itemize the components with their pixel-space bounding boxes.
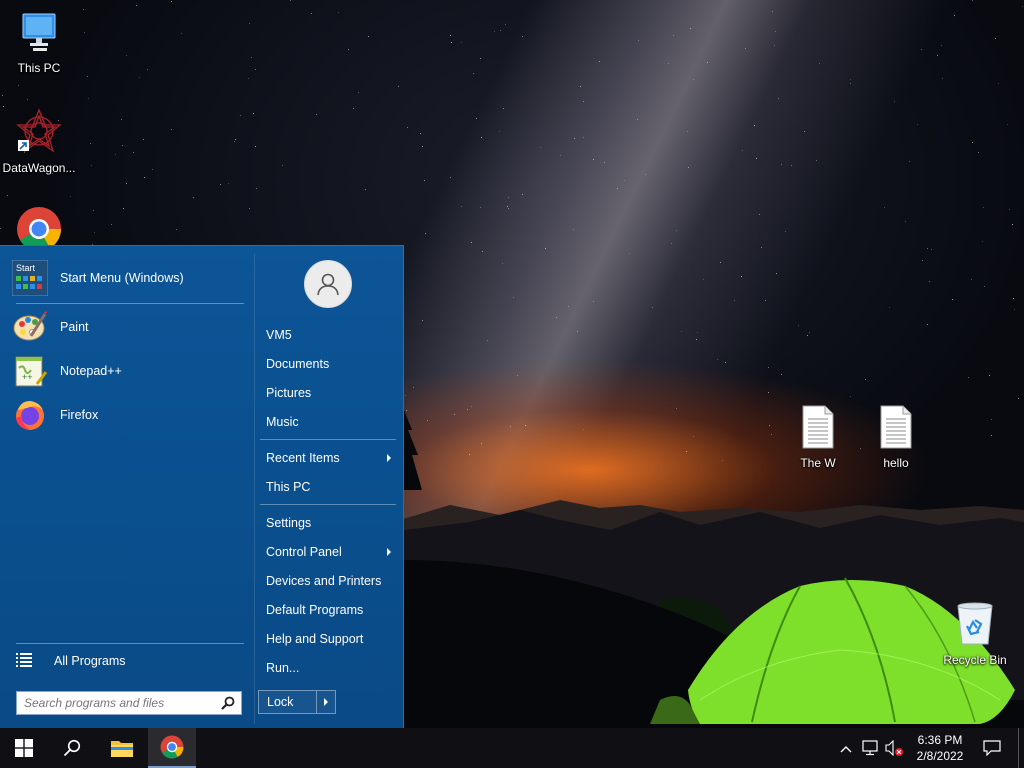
pinned-paint[interactable]: Paint	[12, 307, 244, 347]
menu-item-label: Help and Support	[266, 632, 364, 646]
menu-item-label: Recent Items	[266, 451, 340, 465]
menu-item-label: Default Programs	[266, 603, 364, 617]
pinned-start-menu-windows[interactable]: Start Start Menu (Windows)	[12, 258, 244, 298]
menu-item-documents[interactable]: Documents	[259, 351, 399, 377]
monitor-icon	[1, 10, 77, 57]
menu-item-help-and-support[interactable]: Help and Support	[259, 626, 399, 652]
datawagon-icon	[1, 108, 77, 157]
clock-date: 2/8/2022	[916, 749, 964, 763]
menu-item-label: This PC	[266, 480, 311, 494]
desktop-icon-label: This PC	[17, 61, 61, 75]
separator	[16, 303, 244, 304]
menu-item-run[interactable]: Run...	[259, 655, 399, 681]
submenu-arrow-icon	[387, 548, 391, 556]
notepadpp-icon: ++	[12, 353, 48, 389]
desktop-icon-the-w[interactable]: The W	[780, 405, 856, 470]
desktop-icon-datawagon[interactable]: DataWagon...	[1, 108, 77, 175]
start-menu-left-column: Start Start Menu (Windows) Paint ++ Note…	[0, 246, 254, 730]
start-menu: Start Start Menu (Windows) Paint ++ Note…	[0, 245, 404, 729]
pinned-label: Start Menu (Windows)	[60, 271, 184, 285]
paint-icon	[12, 309, 48, 345]
list-icon	[16, 652, 32, 670]
separator	[16, 643, 244, 644]
lock-button[interactable]: Lock	[258, 690, 336, 714]
menu-item-settings[interactable]: Settings	[259, 510, 399, 536]
menu-item-pictures[interactable]: Pictures	[259, 380, 399, 406]
volume-muted-icon[interactable]	[885, 739, 905, 759]
text-file-icon	[780, 405, 856, 452]
menu-item-label: Documents	[266, 357, 330, 371]
all-programs-button[interactable]: All Programs	[16, 649, 126, 673]
clock-time: 6:36 PM	[917, 733, 963, 747]
user-icon	[317, 273, 339, 296]
desktop-icon-label: Recycle Bin	[943, 653, 1007, 667]
recycle-bin-icon	[937, 602, 1013, 649]
lock-options-arrow-icon[interactable]	[317, 698, 335, 706]
start-menu-app-icon: Start	[12, 260, 48, 296]
submenu-arrow-icon	[387, 454, 391, 462]
svg-text:++: ++	[22, 372, 33, 382]
svg-text:Start: Start	[16, 263, 36, 273]
menu-item-label: VM5	[266, 328, 292, 342]
firefox-icon	[12, 397, 48, 433]
lock-label: Lock	[267, 695, 294, 709]
menu-item-vm5[interactable]: VM5	[259, 322, 399, 348]
menu-item-default-programs[interactable]: Default Programs	[259, 597, 399, 623]
taskbar-clock[interactable]: 6:36 PM 2/8/2022	[906, 732, 974, 764]
search-icon[interactable]	[221, 696, 235, 713]
menu-item-recent-items[interactable]: Recent Items	[259, 445, 399, 471]
menu-item-this-pc[interactable]: This PC	[259, 474, 399, 500]
separator	[260, 439, 396, 440]
user-avatar[interactable]	[304, 260, 352, 308]
text-file-icon	[858, 405, 934, 452]
menu-item-label: Devices and Printers	[266, 574, 382, 588]
menu-item-label: Run...	[266, 661, 300, 675]
desktop-icon-label: The W	[800, 456, 836, 470]
start-menu-right-column: VM5 Documents Pictures Music Recent Item…	[255, 246, 403, 730]
pinned-label: Notepad++	[60, 364, 122, 378]
pinned-firefox[interactable]: Firefox	[12, 395, 244, 435]
desktop-icon-hello[interactable]: hello	[858, 405, 934, 470]
show-desktop-button[interactable]	[1018, 728, 1024, 768]
menu-item-control-panel[interactable]: Control Panel	[259, 539, 399, 565]
menu-item-devices-and-printers[interactable]: Devices and Printers	[259, 568, 399, 594]
taskbar: 6:36 PM 2/8/2022	[0, 728, 1024, 768]
action-center-icon[interactable]	[983, 740, 1001, 759]
all-programs-label: All Programs	[54, 654, 126, 668]
chevron-up-icon[interactable]	[840, 742, 852, 756]
menu-item-music[interactable]: Music	[259, 409, 399, 435]
desktop-icon-label: hello	[883, 456, 909, 470]
desktop-icon-recycle-bin[interactable]: Recycle Bin	[937, 602, 1013, 667]
pinned-notepadpp[interactable]: ++ Notepad++	[12, 351, 244, 391]
network-icon[interactable]	[862, 740, 880, 759]
pinned-label: Paint	[60, 320, 89, 334]
pinned-label: Firefox	[60, 408, 99, 422]
desktop-icon-label: DataWagon...	[2, 161, 76, 175]
separator	[260, 504, 396, 505]
search-input[interactable]	[24, 696, 214, 710]
menu-item-label: Pictures	[266, 386, 312, 400]
system-tray: 6:36 PM 2/8/2022	[0, 728, 1024, 768]
menu-item-label: Music	[266, 415, 299, 429]
menu-item-label: Settings	[266, 516, 312, 530]
start-search-box[interactable]	[16, 691, 242, 715]
desktop-icon-this-pc[interactable]: This PC	[1, 10, 77, 75]
menu-item-label: Control Panel	[266, 545, 342, 559]
chrome-icon	[1, 206, 77, 251]
